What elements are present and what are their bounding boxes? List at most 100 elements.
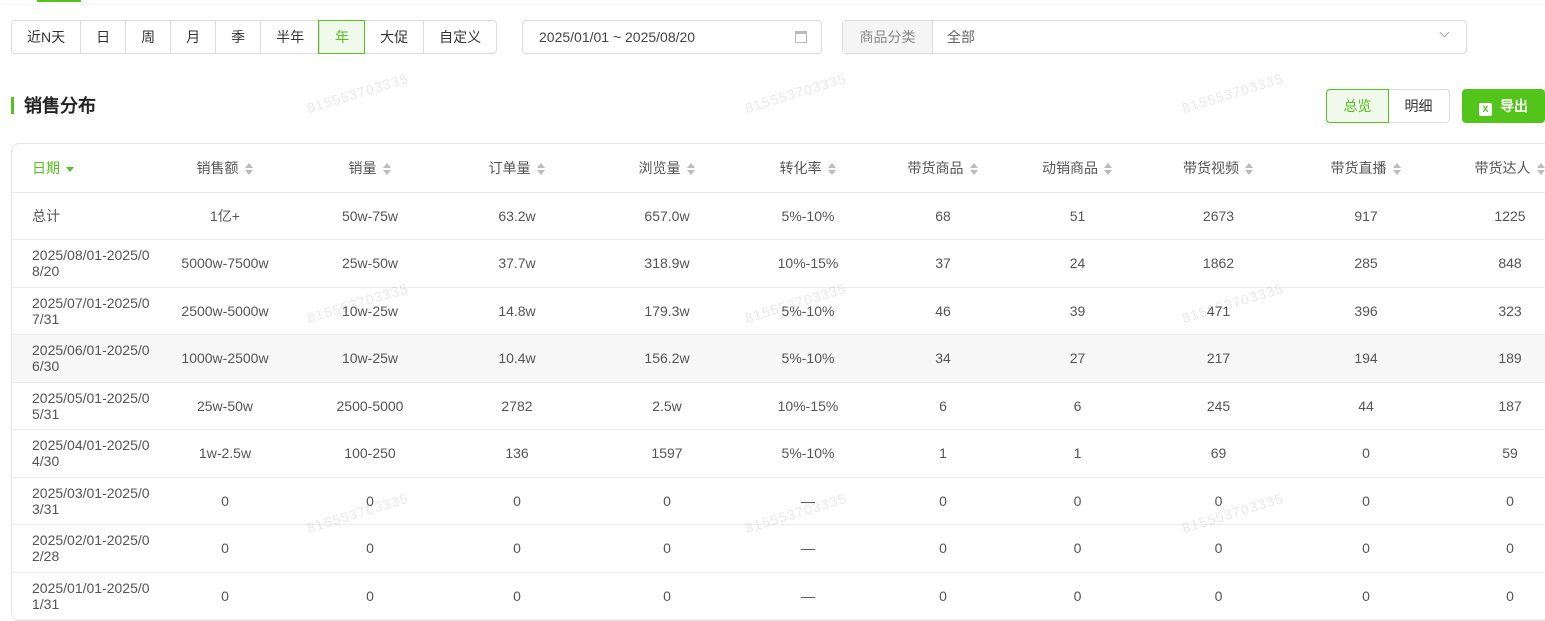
table-cell: 100-250 xyxy=(300,430,440,478)
view-toggle: 总览 明细 xyxy=(1326,89,1450,123)
table-cell: 285 xyxy=(1292,240,1440,288)
table-cell: 0 xyxy=(876,477,1010,525)
table-cell: 0 xyxy=(594,525,740,573)
table-cell: 0 xyxy=(440,477,594,525)
column-header[interactable]: 带货商品 xyxy=(876,144,1010,192)
sort-icon[interactable] xyxy=(687,163,696,175)
table-cell: 10.4w xyxy=(440,335,594,383)
table-cell: 27 xyxy=(1010,335,1145,383)
column-header[interactable]: 带货视频 xyxy=(1145,144,1292,192)
table-cell: 2673 xyxy=(1145,192,1292,240)
table-header-row: 日期 销售额 销量订单量 浏览量 转化率 带货商品 动销商品 带货视频 带货直播 带货达人 xyxy=(12,144,1545,192)
table-cell: 46 xyxy=(876,287,1010,335)
table-cell: 1225 xyxy=(1440,192,1545,240)
table-cell: 1000w-2500w xyxy=(150,335,300,383)
table-cell: 50w-75w xyxy=(300,192,440,240)
column-header[interactable]: 日期 xyxy=(12,144,150,192)
column-header-label: 浏览量 xyxy=(639,160,681,176)
period-option[interactable]: 季 xyxy=(215,21,260,53)
column-header[interactable]: 浏览量 xyxy=(594,144,740,192)
date-range-picker[interactable]: 2025/01/01 ~ 2025/08/20 xyxy=(522,20,822,54)
table-cell: 0 xyxy=(1145,525,1292,573)
table-row: 2025/05/01-2025/05/3125w-50w2500-5000278… xyxy=(12,382,1545,430)
table-cell: 37.7w xyxy=(440,240,594,288)
category-select[interactable]: 商品分类 全部 xyxy=(842,20,1467,54)
period-option[interactable]: 年 xyxy=(319,21,364,53)
table-cell: 0 xyxy=(1292,477,1440,525)
column-header[interactable]: 销售额 xyxy=(150,144,300,192)
table-cell: 2025/05/01-2025/05/31 xyxy=(12,382,150,430)
table-cell: 0 xyxy=(1440,525,1545,573)
active-tab-indicator xyxy=(37,0,81,2)
table-cell: 1597 xyxy=(594,430,740,478)
column-header-label: 销售额 xyxy=(197,160,239,176)
table-cell: 0 xyxy=(876,572,1010,620)
column-header[interactable]: 转化率 xyxy=(740,144,876,192)
column-header-label: 转化率 xyxy=(780,160,822,176)
detail-button[interactable]: 明细 xyxy=(1388,90,1449,122)
sort-desc-icon[interactable] xyxy=(66,163,75,175)
watermark: 815553703335 xyxy=(743,70,849,116)
table-cell: 25w-50w xyxy=(150,382,300,430)
sort-icon[interactable] xyxy=(245,163,254,175)
period-selector: 近N天日周月季半年年大促自定义 xyxy=(11,20,497,54)
table-cell: 总计 xyxy=(12,192,150,240)
table-cell: 0 xyxy=(1010,572,1145,620)
title-accent-bar xyxy=(11,97,14,114)
table-cell: 68 xyxy=(876,192,1010,240)
period-option[interactable]: 大促 xyxy=(364,21,423,53)
table-cell: 69 xyxy=(1145,430,1292,478)
table-cell: 1862 xyxy=(1145,240,1292,288)
table-row: 2025/04/01-2025/04/301w-2.5w100-25013615… xyxy=(12,430,1545,478)
table-cell: 471 xyxy=(1145,287,1292,335)
table-cell: 5%-10% xyxy=(740,287,876,335)
table-cell: 2500w-5000w xyxy=(150,287,300,335)
column-header-label: 带货直播 xyxy=(1331,160,1387,176)
period-option[interactable]: 日 xyxy=(80,21,125,53)
table-cell: 0 xyxy=(1145,477,1292,525)
export-button[interactable]: X导出 xyxy=(1462,89,1545,123)
period-option[interactable]: 周 xyxy=(125,21,170,53)
sort-icon[interactable] xyxy=(1537,163,1545,175)
table-row: 2025/06/01-2025/06/301000w-2500w10w-25w1… xyxy=(12,335,1545,383)
table-cell: 0 xyxy=(1010,525,1145,573)
sort-icon[interactable] xyxy=(1245,163,1254,175)
column-header[interactable]: 动销商品 xyxy=(1010,144,1145,192)
column-header[interactable]: 销量 xyxy=(300,144,440,192)
column-header-label: 日期 xyxy=(32,160,60,176)
table-cell: 39 xyxy=(1010,287,1145,335)
table-cell: 245 xyxy=(1145,382,1292,430)
table-cell: 217 xyxy=(1145,335,1292,383)
sort-icon[interactable] xyxy=(970,163,979,175)
table-cell: 189 xyxy=(1440,335,1545,383)
table-cell: 2025/01/01-2025/01/31 xyxy=(12,572,150,620)
period-option[interactable]: 自定义 xyxy=(423,21,496,53)
top-tab-bar xyxy=(0,0,1545,3)
period-option[interactable]: 半年 xyxy=(260,21,319,53)
column-header[interactable]: 订单量 xyxy=(440,144,594,192)
column-header-label: 带货达人 xyxy=(1475,160,1531,176)
period-option[interactable]: 月 xyxy=(170,21,215,53)
sort-icon[interactable] xyxy=(1393,163,1402,175)
table-cell: — xyxy=(740,477,876,525)
period-option[interactable]: 近N天 xyxy=(12,21,80,53)
sort-icon[interactable] xyxy=(828,163,837,175)
sort-icon[interactable] xyxy=(537,163,546,175)
sort-icon[interactable] xyxy=(383,163,392,175)
table-cell: 0 xyxy=(1145,572,1292,620)
table-cell: 0 xyxy=(440,572,594,620)
column-header[interactable]: 带货直播 xyxy=(1292,144,1440,192)
column-header-label: 动销商品 xyxy=(1042,160,1098,176)
table-cell: — xyxy=(740,525,876,573)
table-cell: 0 xyxy=(876,525,1010,573)
category-value: 全部 xyxy=(933,21,1466,53)
sort-icon[interactable] xyxy=(1104,163,1113,175)
table-cell: 1w-2.5w xyxy=(150,430,300,478)
table-cell: 0 xyxy=(1292,572,1440,620)
table-cell: 10%-15% xyxy=(740,382,876,430)
column-header[interactable]: 带货达人 xyxy=(1440,144,1545,192)
table-cell: 2025/03/01-2025/03/31 xyxy=(12,477,150,525)
table-cell: 6 xyxy=(1010,382,1145,430)
overview-button[interactable]: 总览 xyxy=(1327,90,1388,122)
table-cell: 0 xyxy=(300,477,440,525)
